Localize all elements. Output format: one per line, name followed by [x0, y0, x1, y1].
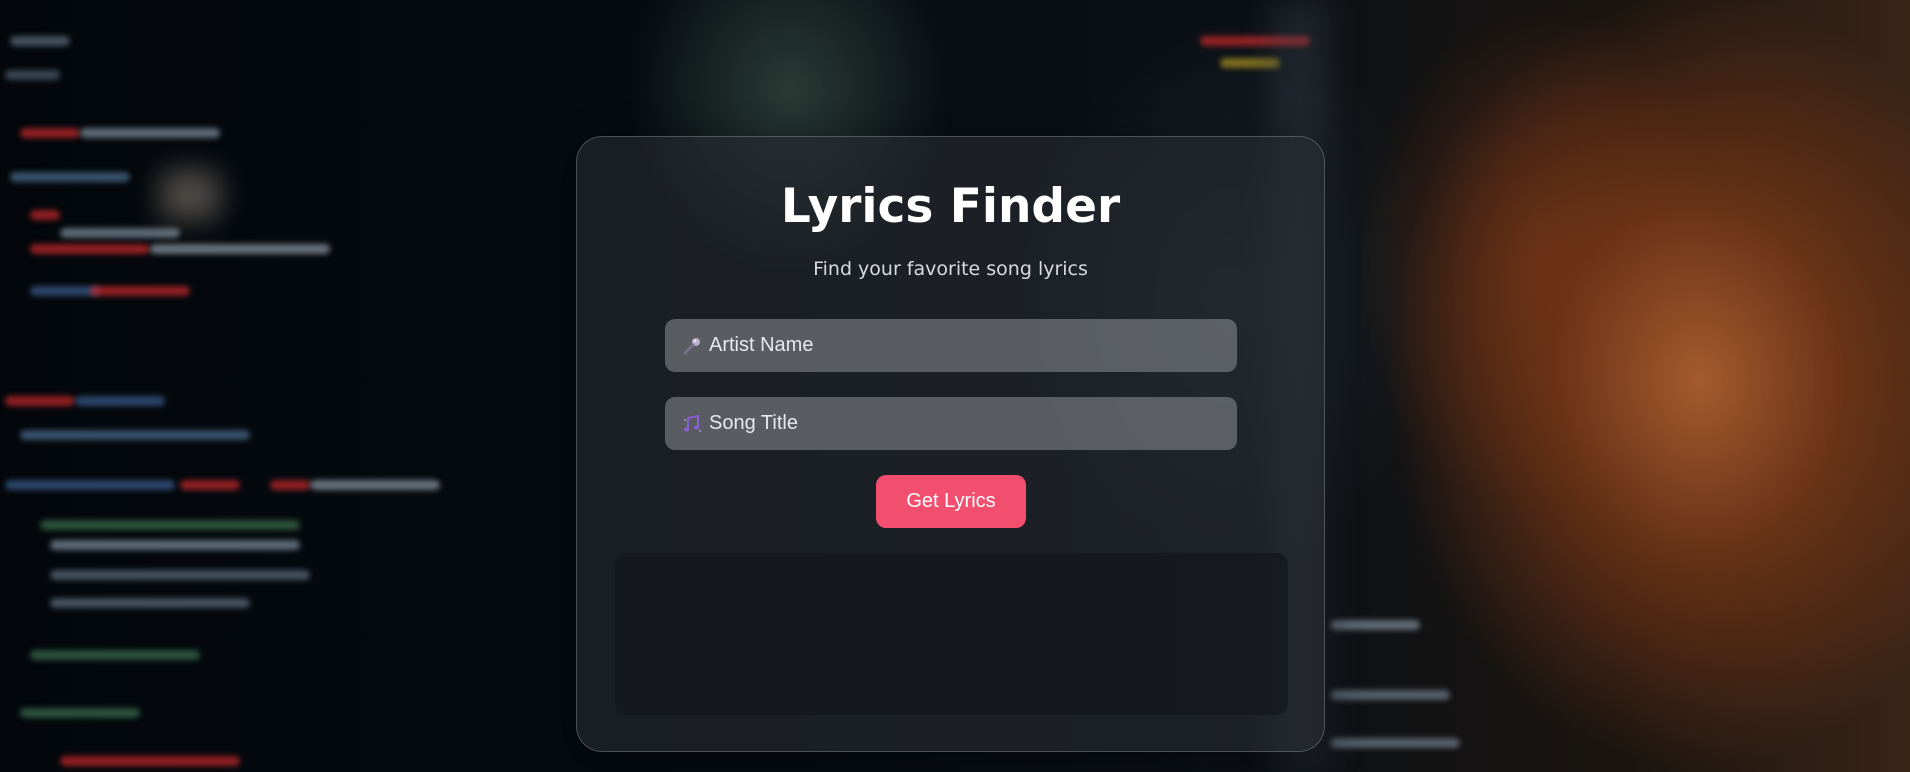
song-field[interactable] [665, 397, 1237, 450]
microphone-icon [681, 335, 703, 357]
lyrics-finder-card: Lyrics Finder Find your favorite song ly… [576, 136, 1325, 752]
lyrics-results-panel [615, 553, 1288, 715]
artist-name-input[interactable] [709, 319, 1237, 372]
get-lyrics-button[interactable]: Get Lyrics [876, 475, 1026, 528]
song-title-input[interactable] [709, 397, 1237, 450]
artist-field[interactable] [665, 319, 1237, 372]
app-subtitle: Find your favorite song lyrics [813, 258, 1088, 280]
musical-notes-icon [681, 413, 703, 435]
app-title: Lyrics Finder [780, 179, 1121, 234]
